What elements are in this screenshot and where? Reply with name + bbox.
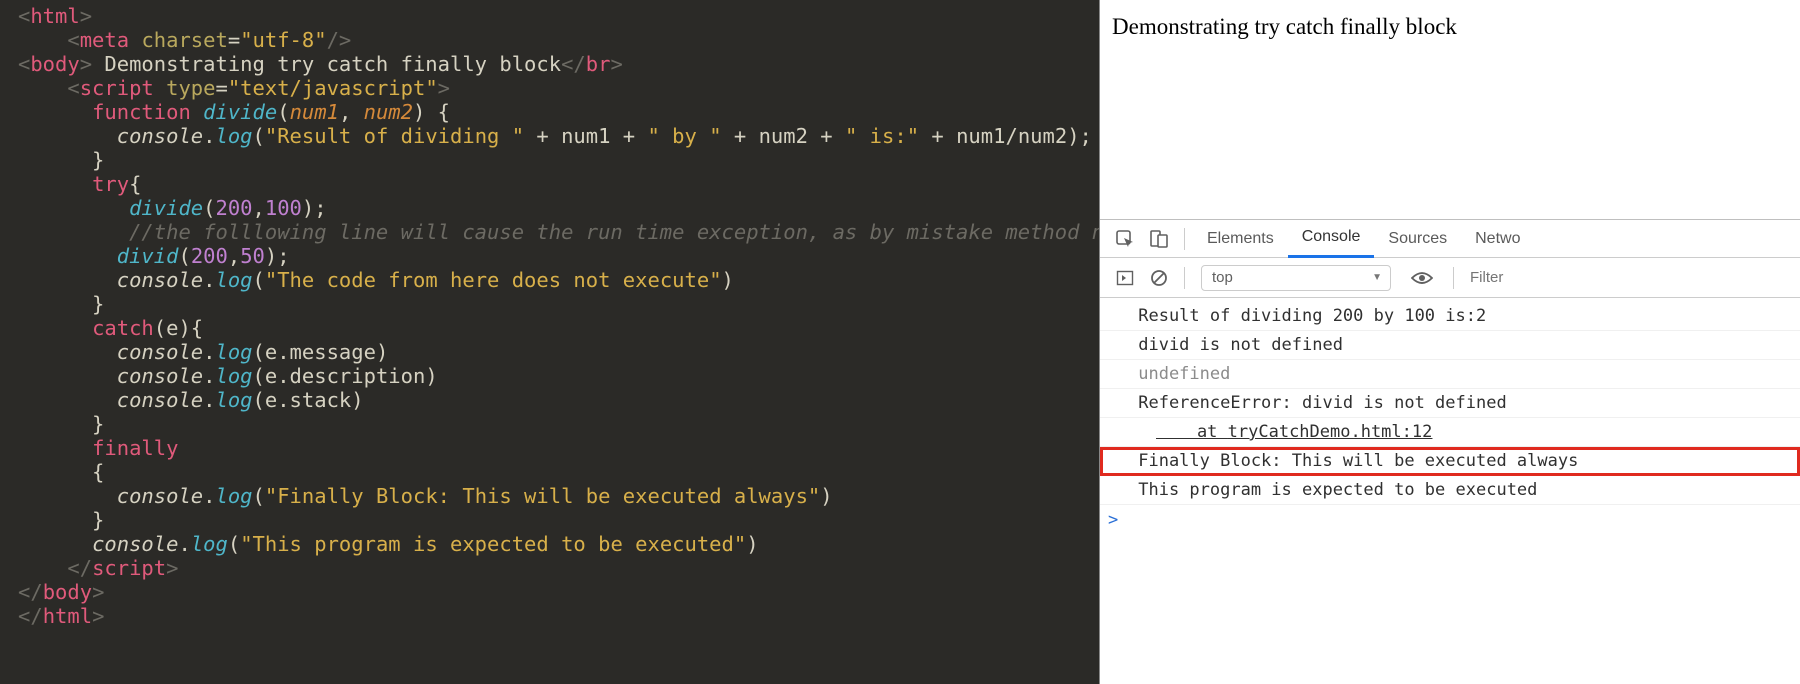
console-line: at tryCatchDemo.html:12 (1100, 418, 1800, 447)
separator (1184, 267, 1185, 289)
console-line: This program is expected to be executed (1100, 476, 1800, 505)
execution-context-value: top (1212, 269, 1233, 286)
tab-sources[interactable]: Sources (1374, 220, 1461, 258)
console-toolbar: top (1100, 258, 1800, 298)
separator (1184, 228, 1185, 250)
devtools-tabbar: Elements Console Sources Netwo (1100, 220, 1800, 258)
clear-console-icon[interactable] (1146, 265, 1172, 291)
code-editor[interactable]: <html> <meta charset="utf-8"/><body> Dem… (0, 0, 1100, 684)
inspect-element-icon[interactable] (1112, 226, 1138, 252)
console-line: Finally Block: This will be executed alw… (1100, 447, 1800, 476)
device-toolbar-icon[interactable] (1146, 226, 1172, 252)
console-prompt[interactable]: > (1100, 505, 1800, 533)
execution-context-select[interactable]: top (1201, 265, 1391, 291)
live-expression-icon[interactable] (1409, 265, 1435, 291)
console-output[interactable]: Result of dividing 200 by 100 is:2 divid… (1100, 298, 1800, 684)
page-preview: Demonstrating try catch finally block (1100, 0, 1800, 220)
console-filter-input[interactable] (1470, 269, 1669, 286)
console-sidebar-toggle-icon[interactable] (1112, 265, 1138, 291)
page-body-text: Demonstrating try catch finally block (1112, 14, 1457, 39)
tab-elements[interactable]: Elements (1193, 220, 1288, 258)
tab-console[interactable]: Console (1288, 220, 1375, 258)
console-line: ReferenceError: divid is not defined (1100, 389, 1800, 418)
tab-network[interactable]: Netwo (1461, 220, 1534, 258)
console-line: divid is not defined (1100, 331, 1800, 360)
console-line: Result of dividing 200 by 100 is:2 (1100, 302, 1800, 331)
devtools-panel: Elements Console Sources Netwo top Resul… (1100, 220, 1800, 684)
console-line: undefined (1100, 360, 1800, 389)
browser-panel: Demonstrating try catch finally block El… (1100, 0, 1800, 684)
separator (1453, 267, 1454, 289)
